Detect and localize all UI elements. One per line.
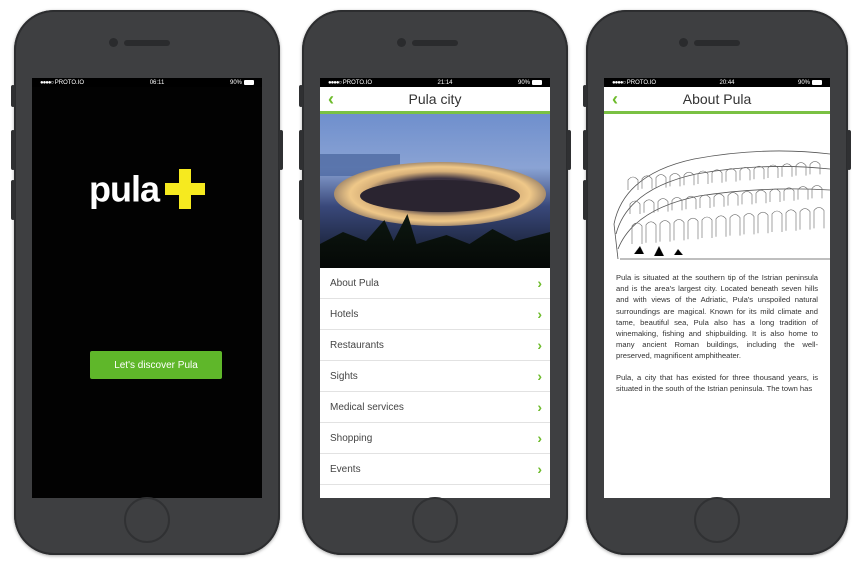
power-button <box>847 130 851 170</box>
menu-item-shopping[interactable]: Shopping › <box>320 423 550 454</box>
page-title: About Pula <box>682 91 752 107</box>
chevron-right-icon: › <box>537 275 542 291</box>
city-screen: ●●●●○ PROTO.IO 21:14 90% ‹ Pula city Abo… <box>320 78 550 498</box>
volume-down-button <box>299 180 303 220</box>
chevron-right-icon: › <box>537 399 542 415</box>
clock: 20:44 <box>719 79 735 86</box>
signal-icon: ●●●●○ <box>328 79 342 86</box>
home-button[interactable] <box>694 497 740 543</box>
phone-splash: ●●●●○ PROTO.IO 06:11 90% pula Let's disc… <box>11 10 283 555</box>
front-camera <box>109 38 118 47</box>
menu-item-about-pula[interactable]: About Pula › <box>320 268 550 299</box>
nav-bar: ‹ Pula city <box>320 87 550 114</box>
signal-icon: ●●●●○ <box>612 79 626 86</box>
signal-icon: ●●●●○ <box>40 79 54 86</box>
menu-item-label: Restaurants <box>330 339 384 351</box>
speaker-grille <box>694 40 740 46</box>
battery-icon <box>812 80 822 85</box>
power-button <box>279 130 283 170</box>
arena-interior <box>360 180 520 212</box>
speaker-grille <box>124 40 170 46</box>
volume-up-button <box>11 130 15 170</box>
carrier-label: PROTO.IO <box>54 79 85 86</box>
chevron-left-icon[interactable]: ‹ <box>328 89 334 110</box>
chevron-left-icon[interactable]: ‹ <box>612 89 618 110</box>
page-title: Pula city <box>408 91 462 107</box>
status-bar: ●●●●○ PROTO.IO 20:44 90% <box>604 78 830 87</box>
home-button[interactable] <box>412 497 458 543</box>
battery-icon <box>532 80 542 85</box>
amphitheater-photo <box>320 114 550 268</box>
home-button[interactable] <box>124 497 170 543</box>
clock: 06:11 <box>149 79 165 86</box>
about-screen: ●●●●○ PROTO.IO 20:44 90% ‹ About Pula Pu… <box>604 78 830 498</box>
amphitheater-sketch <box>604 114 830 264</box>
battery-icon <box>244 80 254 85</box>
menu-item-label: Events <box>330 463 361 475</box>
pula-plus-logo: pula <box>32 166 262 210</box>
mute-switch <box>583 85 587 107</box>
nav-bar: ‹ About Pula <box>604 87 830 114</box>
chevron-right-icon: › <box>537 306 542 322</box>
battery-percent: 90% <box>797 79 810 86</box>
logo-text: pula <box>88 168 160 210</box>
battery-percent: 90% <box>517 79 530 86</box>
about-paragraph-1: Pula is situated at the southern tip of … <box>616 273 818 361</box>
chevron-right-icon: › <box>537 430 542 446</box>
power-button <box>567 130 571 170</box>
volume-down-button <box>583 180 587 220</box>
carrier-label: PROTO.IO <box>626 79 657 86</box>
menu-item-events[interactable]: Events › <box>320 454 550 485</box>
menu-item-sights[interactable]: Sights › <box>320 361 550 392</box>
plus-icon <box>165 169 205 210</box>
front-camera <box>397 38 406 47</box>
arena-sketch-drawing <box>613 150 830 260</box>
menu-item-hotels[interactable]: Hotels › <box>320 299 550 330</box>
volume-up-button <box>583 130 587 170</box>
menu-item-label: Sights <box>330 370 358 382</box>
menu-item-medical-services[interactable]: Medical services › <box>320 392 550 423</box>
status-bar: ●●●●○ PROTO.IO 21:14 90% <box>320 78 550 87</box>
phone-about: ●●●●○ PROTO.IO 20:44 90% ‹ About Pula Pu… <box>583 10 851 555</box>
volume-down-button <box>11 180 15 220</box>
chevron-right-icon: › <box>537 461 542 477</box>
status-bar: ●●●●○ PROTO.IO 06:11 90% <box>32 78 262 87</box>
clock: 21:14 <box>437 79 453 86</box>
mute-switch <box>299 85 303 107</box>
menu-item-label: Medical services <box>330 401 404 413</box>
splash-screen: ●●●●○ PROTO.IO 06:11 90% pula Let's disc… <box>32 78 262 498</box>
carrier-label: PROTO.IO <box>342 79 373 86</box>
menu-item-label: Hotels <box>330 308 359 320</box>
front-camera <box>679 38 688 47</box>
about-text: Pula is situated at the southern tip of … <box>604 264 830 394</box>
chevron-right-icon: › <box>537 368 542 384</box>
phone-city-menu: ●●●●○ PROTO.IO 21:14 90% ‹ Pula city Abo… <box>299 10 571 555</box>
city-menu: About Pula › Hotels › Restaurants › Sights ›… <box>320 268 550 485</box>
about-paragraph-2: Pula, a city that has existed for three … <box>616 372 818 393</box>
volume-up-button <box>299 130 303 170</box>
chevron-right-icon: › <box>537 337 542 353</box>
menu-item-restaurants[interactable]: Restaurants › <box>320 330 550 361</box>
speaker-grille <box>412 40 458 46</box>
menu-item-label: Shopping <box>330 432 373 444</box>
discover-button[interactable]: Let's discover Pula <box>90 351 222 379</box>
battery-percent: 90% <box>229 79 242 86</box>
mute-switch <box>11 85 15 107</box>
menu-item-label: About Pula <box>330 277 379 289</box>
